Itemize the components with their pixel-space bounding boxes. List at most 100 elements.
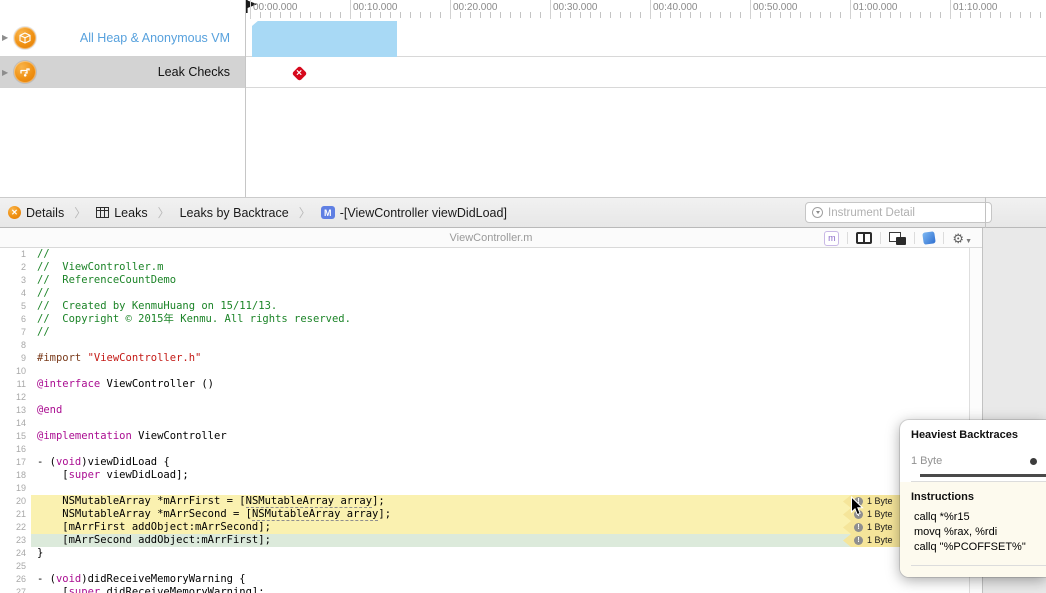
code-text: // ReferenceCountDemo — [31, 274, 969, 287]
line-number: 21 — [0, 508, 31, 521]
code-text: [super viewDidLoad]; — [31, 469, 969, 482]
code-line[interactable]: 13@end — [0, 404, 969, 417]
code-line[interactable]: 19 — [0, 482, 969, 495]
instruction-list: callq *%r15movq %rax, %rdicallq "%PCOFFS… — [911, 510, 1046, 554]
code-line[interactable]: 12 — [0, 391, 969, 404]
code-text: // ViewController.m — [31, 261, 969, 274]
code-text: // — [31, 326, 969, 339]
line-number: 5 — [0, 300, 31, 313]
code-line[interactable]: 17- (void)viewDidLoad { — [0, 456, 969, 469]
chevron-right-icon: 〉 — [158, 204, 170, 221]
code-line[interactable]: 27 [super didReceiveMemoryWarning]; — [0, 586, 969, 593]
code-line[interactable]: 3// ReferenceCountDemo — [0, 274, 969, 287]
code-line[interactable]: 10 — [0, 365, 969, 378]
code-line[interactable]: 16 — [0, 443, 969, 456]
code-line[interactable]: 18 [super viewDidLoad]; — [0, 469, 969, 482]
code-text — [31, 339, 969, 352]
line-number: 1 — [0, 248, 31, 261]
code-text: NSMutableArray *mArrSecond = [NSMutableA… — [31, 508, 969, 521]
annotation-label: 1 Byte — [867, 495, 893, 508]
search-placeholder: Instrument Detail — [828, 207, 915, 219]
code-line[interactable]: 1// — [0, 248, 969, 261]
code-line[interactable]: 21 NSMutableArray *mArrSecond = [NSMutab… — [0, 508, 969, 521]
objc-file-icon[interactable]: m — [824, 231, 839, 246]
code-line[interactable]: 9#import "ViewController.h" — [0, 352, 969, 365]
info-badge-icon: ! — [854, 523, 863, 532]
code-text: @implementation ViewController — [31, 430, 969, 443]
code-line[interactable]: 15@implementation ViewController — [0, 430, 969, 443]
code-text: NSMutableArray *mArrFirst = [NSMutableAr… — [31, 495, 969, 508]
ruler-major-tick — [850, 0, 851, 19]
instrument-detail-search-input[interactable]: Instrument Detail — [805, 202, 992, 223]
layers-icon[interactable] — [889, 232, 906, 245]
sidebar-track-divider[interactable] — [245, 0, 246, 197]
code-text: [mArrSecond addObject:mArrFirst]; — [31, 534, 969, 547]
backtrace-node-icon[interactable] — [1030, 458, 1037, 465]
leak-detected-marker[interactable]: ✕ — [291, 65, 307, 81]
leak-checks-track-lane[interactable] — [245, 57, 1046, 88]
source-editor[interactable]: 1//2// ViewController.m3// ReferenceCoun… — [0, 248, 982, 593]
breadcrumb-label: -[ViewController viewDidLoad] — [340, 206, 507, 220]
code-line[interactable]: 24} — [0, 547, 969, 560]
code-text: // Copyright © 2015年 Kenmu. All rights r… — [31, 313, 969, 326]
code-line[interactable]: 25 — [0, 560, 969, 573]
timeline-ruler[interactable]: 00:00.00000:10.00000:20.00000:30.00000:4… — [245, 0, 1046, 20]
leaks-icon — [14, 61, 36, 83]
code-line[interactable]: 6// Copyright © 2015年 Kenmu. All rights … — [0, 313, 969, 326]
code-lines: 1//2// ViewController.m3// ReferenceCoun… — [0, 248, 969, 593]
filter-icon — [812, 207, 823, 218]
code-line[interactable]: 20 NSMutableArray *mArrFirst = [NSMutabl… — [0, 495, 969, 508]
breadcrumb-details[interactable]: ✕ Details — [8, 206, 64, 220]
code-line[interactable]: 11@interface ViewController () — [0, 378, 969, 391]
line-number: 26 — [0, 573, 31, 586]
ruler-tick-label: 01:10.000 — [953, 2, 998, 13]
disclosure-triangle-icon[interactable]: ▶ — [2, 68, 8, 77]
backtrace-popover: Heaviest Backtraces 1 Byte Instructions … — [900, 420, 1046, 577]
code-text — [31, 417, 969, 430]
mouse-cursor — [850, 496, 864, 517]
split-view-icon[interactable] — [856, 232, 872, 244]
heap-usage-area-graph[interactable] — [252, 21, 397, 57]
code-line[interactable]: 5// Created by KenmuHuang on 15/11/13. — [0, 300, 969, 313]
instruction-line: movq %rax, %rdi — [911, 525, 1046, 539]
chevron-right-icon: 〉 — [299, 204, 311, 221]
line-number: 7 — [0, 326, 31, 339]
breadcrumb-leaks-by-backtrace[interactable]: Leaks by Backtrace — [180, 206, 289, 220]
code-line[interactable]: 22 [mArrFirst addObject:mArrSecond];!1 B… — [0, 521, 969, 534]
annotate-icon[interactable] — [923, 231, 937, 245]
divider — [911, 565, 1046, 566]
ruler-tick-label: 00:10.000 — [353, 2, 398, 13]
breadcrumb-method[interactable]: M -[ViewController viewDidLoad] — [321, 206, 507, 220]
info-badge-icon: ! — [854, 536, 863, 545]
line-number: 11 — [0, 378, 31, 391]
code-line[interactable]: 2// ViewController.m — [0, 261, 969, 274]
code-line[interactable]: 7// — [0, 326, 969, 339]
code-line[interactable]: 14 — [0, 417, 969, 430]
code-line[interactable]: 4// — [0, 287, 969, 300]
line-number: 3 — [0, 274, 31, 287]
line-number: 20 — [0, 495, 31, 508]
track-header-allocations[interactable]: ▶ All Heap & Anonymous VM — [0, 19, 245, 57]
table-icon — [96, 207, 109, 218]
line-number: 15 — [0, 430, 31, 443]
line-number: 10 — [0, 365, 31, 378]
code-text — [31, 391, 969, 404]
ruler-tick-label: 00:00.000 — [253, 2, 298, 13]
code-line[interactable]: 23 [mArrSecond addObject:mArrFirst];!1 B… — [0, 534, 969, 547]
backtrace-scroll-bar[interactable] — [920, 474, 1046, 477]
code-text — [31, 560, 969, 573]
line-number: 17 — [0, 456, 31, 469]
annotation-label: 1 Byte — [867, 508, 893, 521]
breadcrumb-label: Leaks by Backtrace — [180, 206, 289, 220]
code-text: // Created by KenmuHuang on 15/11/13. — [31, 300, 969, 313]
breadcrumb-label: Details — [26, 206, 64, 220]
code-line[interactable]: 8 — [0, 339, 969, 352]
gear-icon[interactable]: ⚙▼ — [952, 232, 972, 245]
disclosure-triangle-icon[interactable]: ▶ — [2, 33, 8, 42]
breadcrumb-leaks[interactable]: Leaks — [96, 206, 147, 220]
ruler-major-tick — [250, 0, 251, 19]
leaks-instrument-icon: ✕ — [8, 206, 21, 219]
track-header-leak-checks[interactable]: ▶ Leak Checks — [0, 57, 245, 88]
line-number: 27 — [0, 586, 31, 593]
code-line[interactable]: 26- (void)didReceiveMemoryWarning { — [0, 573, 969, 586]
